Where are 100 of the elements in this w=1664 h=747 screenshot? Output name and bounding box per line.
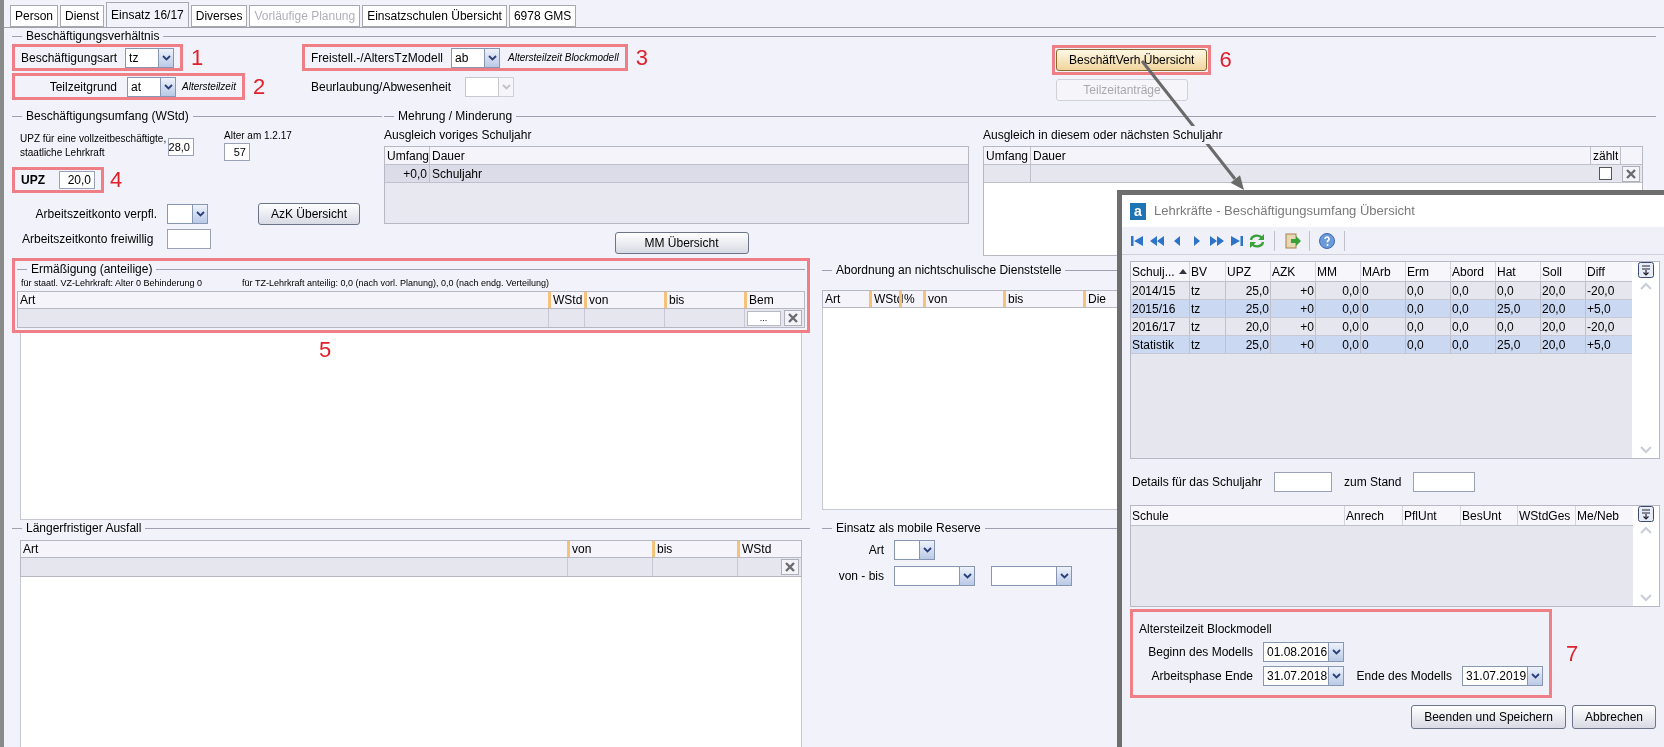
section-title: Längerfristiger Ausfall	[26, 520, 142, 537]
input-field[interactable]: 20,0	[59, 171, 95, 189]
section-title: Ermäßigung (anteilige)	[31, 261, 153, 278]
field-label: Arbeitsphase Ende	[1150, 668, 1254, 685]
field-label: Beginn des Modells	[1147, 644, 1254, 661]
cancel-button[interactable]: Abbrechen	[1571, 705, 1656, 729]
export-icon[interactable]	[1283, 231, 1301, 250]
table-cell: 0,0	[1450, 300, 1495, 317]
tab[interactable]: Diverses	[190, 5, 248, 27]
dropdown[interactable]	[894, 566, 975, 586]
tab[interactable]: 6978 GMS	[508, 5, 577, 27]
column-header[interactable]: AZK	[1270, 262, 1315, 281]
table-cell: 0,0	[1315, 282, 1360, 299]
column-header[interactable]: Soll	[1540, 262, 1585, 281]
table-cell: 20,0	[1540, 318, 1585, 335]
sort-ascending-icon	[1178, 269, 1187, 274]
table-cell: -20,0	[1585, 318, 1631, 335]
column-header: Art	[22, 541, 40, 557]
tab[interactable]: Einsatzschulen Übersicht	[362, 5, 507, 27]
column-header: Umfang	[386, 148, 429, 164]
tab[interactable]: Dienst	[60, 5, 105, 27]
save-button[interactable]: Beenden und Speichern	[1411, 705, 1566, 729]
delete-icon[interactable]	[784, 310, 802, 326]
column-header: Dauer	[429, 147, 968, 164]
chevron-down-icon	[161, 54, 171, 61]
section-title: Beschäftigungsumfang (WStd)	[26, 108, 189, 125]
chevron-down-icon	[962, 573, 972, 579]
column-header[interactable]: Schulj...	[1131, 262, 1189, 281]
table-title: Ausgleich in diesem oder nächsten Schuljahr	[983, 126, 1225, 144]
column-chooser-icon[interactable]	[1638, 506, 1654, 522]
column-header[interactable]: MArb	[1360, 262, 1405, 281]
table-cell: 0,0	[1450, 318, 1495, 335]
more-button[interactable]: ...	[746, 310, 781, 326]
refresh-icon[interactable]	[1248, 231, 1266, 250]
table-cell: 25,0	[1495, 300, 1540, 317]
column-header: Umfang	[985, 148, 1030, 164]
column-header[interactable]: Erm	[1405, 262, 1450, 281]
column-header: zählt	[1590, 147, 1620, 164]
field-label: Details für das Schuljahr	[1132, 474, 1263, 491]
delete-icon[interactable]	[781, 559, 799, 575]
column-header[interactable]: BV	[1189, 262, 1225, 281]
azk-overview-button[interactable]: AzK Übersicht	[258, 203, 361, 225]
table-cell: 20,0	[1540, 336, 1585, 353]
table-cell: 0,0	[1405, 336, 1450, 353]
column-header[interactable]: Diff	[1585, 262, 1631, 281]
chevron-down-icon	[1059, 573, 1069, 579]
help-icon[interactable]	[1318, 231, 1336, 250]
table-cell: 20,0	[1225, 318, 1270, 335]
annotation-number: 1	[191, 46, 204, 69]
info-text: für staatl. VZ-Lehrkraft: Alter 0 Behinderung 0	[21, 277, 203, 291]
field-label: Arbeitszeitkonto freiwillig	[22, 231, 155, 248]
dropdown[interactable]	[991, 566, 1072, 586]
field-label: Art	[867, 542, 884, 559]
table-cell: 0,0	[1405, 282, 1450, 299]
column-header[interactable]: WStdGes	[1517, 506, 1575, 525]
chevron-down-icon	[922, 547, 932, 553]
input-field[interactable]: 57	[224, 143, 250, 161]
table-cell: tz	[1189, 300, 1225, 317]
info-text: für TZ-Lehrkraft anteilig: 0,0 (nach vorl. Planung), 0,0 (nach endg. Verteilung)	[242, 277, 550, 291]
column-header[interactable]: PflUnt	[1402, 506, 1460, 525]
input-field[interactable]	[1274, 472, 1333, 492]
field-label: von - bis	[837, 568, 884, 585]
field-label: Beurlaubung/Abwesenheit	[311, 78, 452, 96]
table-title: Ausgleich voriges Schuljahr	[384, 127, 533, 144]
column-header[interactable]: Abord	[1450, 262, 1495, 281]
table-cell: 25,0	[1495, 336, 1540, 353]
table-cell: 0	[1360, 336, 1405, 353]
column-header[interactable]: MM	[1315, 262, 1360, 281]
input-field[interactable]: 28,0	[168, 138, 194, 156]
table-cell: 20,0	[1540, 282, 1585, 299]
delete-icon[interactable]	[1622, 165, 1640, 182]
chevron-down-icon	[195, 211, 205, 217]
column-header[interactable]: Schule	[1131, 506, 1344, 525]
checkbox[interactable]	[1598, 167, 1612, 180]
overview-button[interactable]: BeschäftVerh Übersicht	[1056, 49, 1208, 71]
table-cell: 0,0	[1450, 282, 1495, 299]
column-header[interactable]: Anrech	[1344, 506, 1402, 525]
field-label: zum Stand	[1344, 474, 1402, 491]
tab[interactable]: Person	[10, 5, 59, 27]
chevron-down-icon	[501, 83, 511, 90]
input-field[interactable]	[167, 229, 211, 249]
table-cell: 0,0	[1495, 282, 1540, 299]
field-label: Beschäftigungsart	[21, 49, 118, 67]
mm-overview-button[interactable]: MM Übersicht	[614, 232, 749, 254]
group-title: Altersteilzeit Blockmodell	[1139, 621, 1273, 638]
table-cell: +5,0	[1585, 336, 1631, 353]
window-title: Lehrkräfte - Beschäftigungsumfang Übersicht	[1154, 202, 1415, 221]
dropdown[interactable]	[894, 540, 935, 560]
chevron-down-icon	[1331, 673, 1341, 679]
dropdown[interactable]	[167, 204, 208, 224]
column-header[interactable]: UPZ	[1225, 262, 1270, 281]
column-header[interactable]: BesUnt	[1460, 506, 1517, 525]
tab[interactable]: Einsatz 16/17	[106, 2, 189, 27]
column-chooser-icon[interactable]	[1637, 262, 1654, 278]
input-field[interactable]	[1413, 472, 1476, 492]
annotation-number: 7	[1566, 642, 1579, 665]
table-cell: tz	[1189, 282, 1225, 299]
table-cell: 0,0	[1450, 336, 1495, 353]
column-header[interactable]: Hat	[1495, 262, 1540, 281]
table-cell: tz	[1189, 318, 1225, 335]
